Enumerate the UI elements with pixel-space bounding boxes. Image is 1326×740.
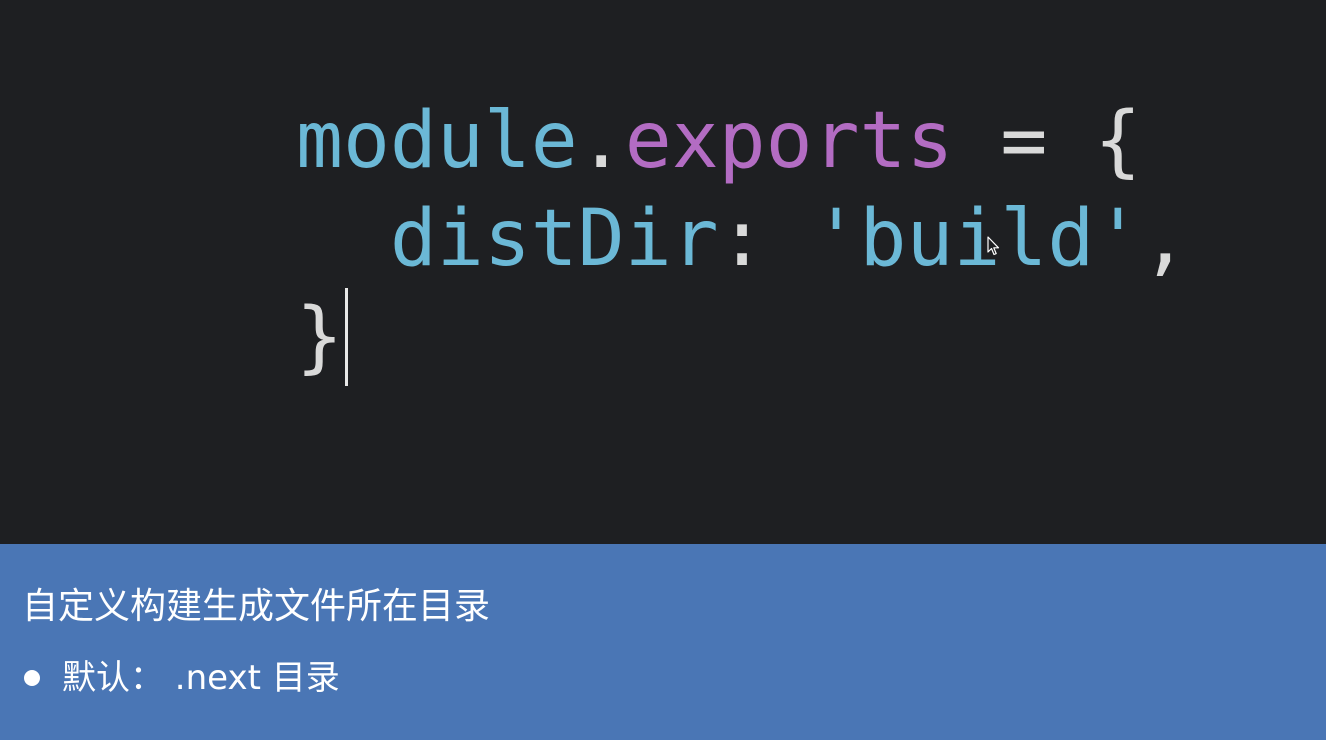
bullet-dot-icon xyxy=(24,670,40,686)
code-block: module.exports = { distDir: 'build',} xyxy=(296,92,1188,386)
token-assign-open-brace: = { xyxy=(953,96,1142,186)
code-line-2: distDir: 'build', xyxy=(296,190,1188,288)
token-exports: exports xyxy=(624,96,954,186)
text-caret xyxy=(344,288,348,386)
code-line-1: module.exports = { xyxy=(296,92,1188,190)
token-distdir-key: distDir xyxy=(389,194,719,284)
code-line-3: } xyxy=(296,288,1188,386)
caption-bullet-item: 默认： .next 目录 xyxy=(22,656,340,700)
token-module: module xyxy=(296,96,578,186)
code-editor[interactable]: module.exports = { distDir: 'build',} xyxy=(0,0,1326,544)
video-frame: module.exports = { distDir: 'build',} 自定… xyxy=(0,0,1326,740)
token-dot: . xyxy=(577,96,625,186)
mouse-pointer-icon xyxy=(987,236,1000,256)
token-comma: , xyxy=(1141,194,1189,284)
caption-title: 自定义构建生成文件所在目录 xyxy=(22,586,491,627)
token-colon: : xyxy=(718,194,813,284)
caption-bar: 自定义构建生成文件所在目录 默认： .next 目录 xyxy=(0,544,1326,740)
caption-bullet-text: 默认： .next 目录 xyxy=(62,658,340,698)
token-build-string: 'build' xyxy=(812,194,1142,284)
token-close-brace: } xyxy=(296,292,343,382)
